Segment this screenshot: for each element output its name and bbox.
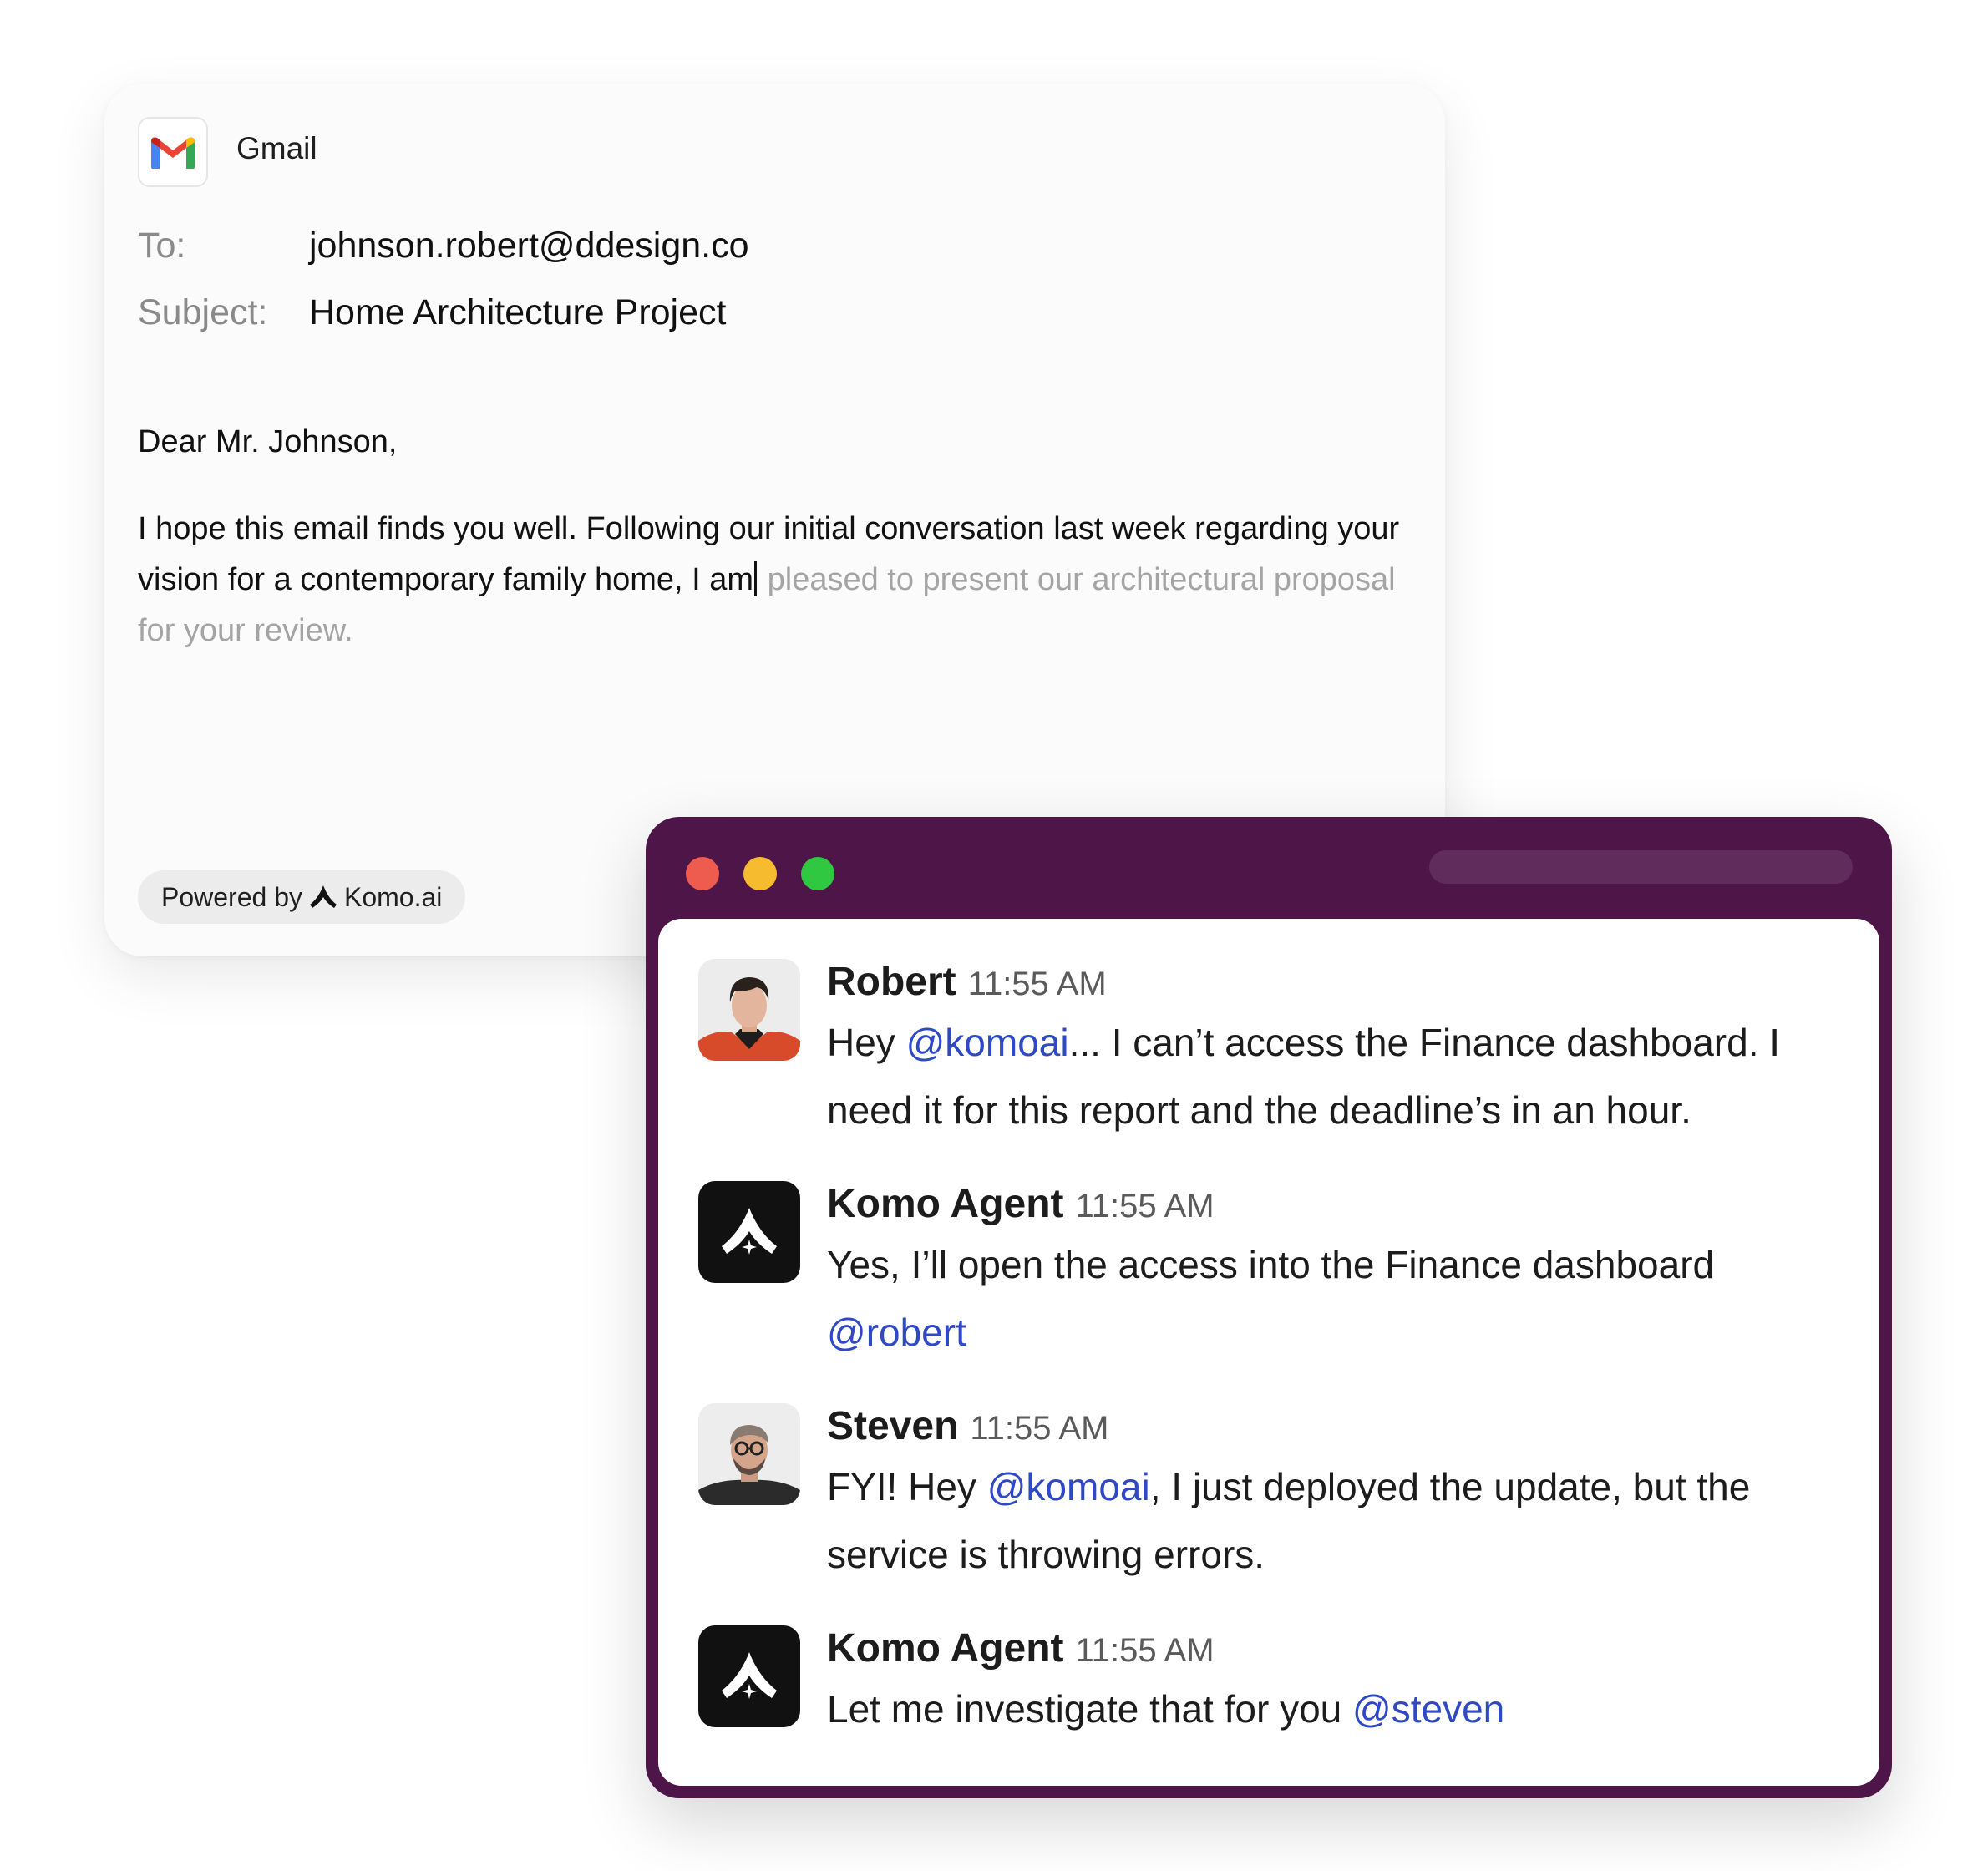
- message-time: 11:55 AM: [970, 1410, 1109, 1447]
- message-text-part: FYI! Hey: [827, 1465, 987, 1508]
- message-text: Hey @komoai... I can’t access the Financ…: [827, 1009, 1854, 1144]
- message-header: Komo Agent 11:55 AM: [827, 1181, 1215, 1227]
- mention-link[interactable]: @komoai: [906, 1021, 1069, 1064]
- steven-avatar-icon: [698, 1403, 800, 1505]
- chat-window: Robert 11:55 AM Hey @komoai... I can’t ac…: [646, 817, 1892, 1798]
- sender-name[interactable]: Robert: [827, 960, 956, 1004]
- powered-by-badge: Powered by Komo.ai: [138, 870, 466, 924]
- komo-logo-icon: [722, 1652, 777, 1699]
- app-name: Gmail: [236, 131, 317, 165]
- message-text-part: Hey: [827, 1021, 906, 1064]
- window-maximize-button[interactable]: [801, 857, 834, 890]
- powered-by-label: Powered by: [161, 881, 302, 912]
- chat-panel: Robert 11:55 AM Hey @komoai... I can’t ac…: [658, 919, 1879, 1786]
- text-cursor: [754, 561, 758, 596]
- message-text: Yes, I’ll open the access into the Finan…: [827, 1231, 1854, 1366]
- email-greeting[interactable]: Dear Mr. Johnson,: [138, 424, 397, 460]
- subject-label: Subject:: [138, 292, 268, 332]
- gmail-icon: [138, 117, 208, 187]
- message-header: Komo Agent 11:55 AM: [827, 1625, 1215, 1671]
- sender-name[interactable]: Steven: [827, 1404, 958, 1448]
- window-close-button[interactable]: [686, 857, 719, 890]
- robert-avatar-icon: [698, 959, 800, 1061]
- to-label: To:: [138, 226, 186, 266]
- komo-logo-icon: [309, 885, 337, 908]
- avatar[interactable]: [698, 1181, 800, 1283]
- message-header: Steven 11:55 AM: [827, 1403, 1108, 1449]
- powered-by-brand: Komo.ai: [343, 881, 443, 912]
- avatar[interactable]: [698, 1403, 800, 1505]
- avatar[interactable]: [698, 1625, 800, 1727]
- email-body[interactable]: I hope this email finds you well. Follow…: [138, 504, 1407, 657]
- sender-name[interactable]: Komo Agent: [827, 1626, 1064, 1671]
- message-text-part: Yes, I’ll open the access into the Finan…: [827, 1243, 1715, 1286]
- sender-name[interactable]: Komo Agent: [827, 1182, 1064, 1226]
- komo-logo-icon: [722, 1208, 777, 1255]
- title-bar-search[interactable]: [1429, 850, 1853, 884]
- message-time: 11:55 AM: [967, 966, 1107, 1002]
- message-header: Robert 11:55 AM: [827, 959, 1107, 1005]
- mention-link[interactable]: @robert: [827, 1311, 966, 1354]
- window-minimize-button[interactable]: [743, 857, 777, 890]
- mention-link[interactable]: @komoai: [987, 1465, 1150, 1508]
- message-time: 11:55 AM: [1075, 1632, 1215, 1669]
- subject-field[interactable]: Home Architecture Project: [309, 292, 726, 333]
- avatar[interactable]: [698, 959, 800, 1061]
- message-text-part: Let me investigate that for you: [827, 1687, 1353, 1731]
- message-text: FYI! Hey @komoai, I just deployed the up…: [827, 1453, 1854, 1589]
- message-time: 11:55 AM: [1075, 1188, 1215, 1225]
- to-field[interactable]: johnson.robert@ddesign.co: [309, 226, 749, 266]
- mention-link[interactable]: @steven: [1352, 1687, 1504, 1731]
- message-text: Let me investigate that for you @steven: [827, 1676, 1854, 1743]
